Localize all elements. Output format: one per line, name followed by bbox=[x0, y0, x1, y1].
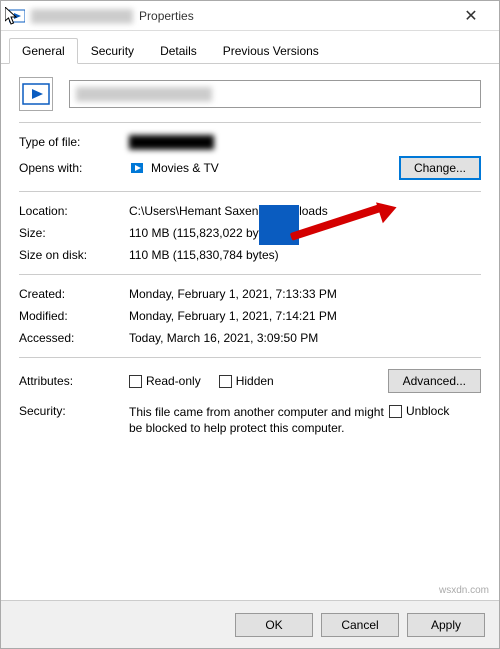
security-text: This file came from another computer and… bbox=[129, 404, 389, 436]
filename-row: ████████████████ bbox=[19, 74, 481, 114]
checkbox-label: Hidden bbox=[236, 374, 274, 388]
tab-previous-versions[interactable]: Previous Versions bbox=[210, 38, 332, 64]
checkbox-box-icon bbox=[389, 405, 402, 418]
checkbox-readonly[interactable]: Read-only bbox=[129, 374, 201, 388]
label-location: Location: bbox=[19, 204, 129, 218]
label-type: Type of file: bbox=[19, 135, 129, 149]
file-type-icon bbox=[9, 8, 25, 24]
watermark-text: wsxdn.com bbox=[439, 585, 489, 596]
title-suffix: Properties bbox=[139, 9, 194, 23]
divider bbox=[19, 274, 481, 275]
tab-details[interactable]: Details bbox=[147, 38, 210, 64]
label-accessed: Accessed: bbox=[19, 331, 129, 345]
label-size-on-disk: Size on disk: bbox=[19, 248, 129, 262]
checkbox-box-icon bbox=[129, 375, 142, 388]
window-title: ████████████ Properties bbox=[31, 9, 451, 23]
file-icon bbox=[19, 77, 53, 111]
checkbox-box-icon bbox=[219, 375, 232, 388]
ok-button[interactable]: OK bbox=[235, 613, 313, 637]
movies-tv-icon bbox=[129, 160, 145, 176]
label-size: Size: bbox=[19, 226, 129, 240]
advanced-button[interactable]: Advanced... bbox=[388, 369, 481, 393]
value-modified: Monday, February 1, 2021, 7:14:21 PM bbox=[129, 309, 337, 323]
checkbox-unblock[interactable]: Unblock bbox=[389, 404, 449, 418]
tab-security[interactable]: Security bbox=[78, 38, 147, 64]
tab-strip: General Security Details Previous Versio… bbox=[1, 31, 499, 64]
filename-value: ████████████████ bbox=[76, 87, 212, 101]
label-created: Created: bbox=[19, 287, 129, 301]
close-button[interactable]: ✕ bbox=[451, 6, 491, 26]
label-security: Security: bbox=[19, 404, 129, 418]
tab-general[interactable]: General bbox=[9, 38, 78, 64]
value-size-on-disk: 110 MB (115,830,784 bytes) bbox=[129, 248, 279, 262]
divider bbox=[19, 122, 481, 123]
label-attributes: Attributes: bbox=[19, 374, 129, 388]
label-opens-with: Opens with: bbox=[19, 161, 129, 175]
dialog-footer: OK Cancel Apply bbox=[1, 600, 499, 648]
content-area: ████████████████ Type of file: █████████… bbox=[1, 64, 499, 449]
change-button[interactable]: Change... bbox=[399, 156, 481, 180]
cancel-button[interactable]: Cancel bbox=[321, 613, 399, 637]
value-size: 110 MB (115,823,022 bytes) bbox=[129, 226, 279, 240]
apply-button[interactable]: Apply bbox=[407, 613, 485, 637]
label-modified: Modified: bbox=[19, 309, 129, 323]
checkbox-label: Unblock bbox=[406, 404, 449, 418]
filename-input[interactable]: ████████████████ bbox=[69, 80, 481, 108]
divider bbox=[19, 357, 481, 358]
checkbox-label: Read-only bbox=[146, 374, 201, 388]
value-type: ██████████ bbox=[129, 135, 214, 149]
value-created: Monday, February 1, 2021, 7:13:33 PM bbox=[129, 287, 337, 301]
titlebar[interactable]: ████████████ Properties ✕ bbox=[1, 1, 499, 31]
properties-window: ████████████ Properties ✕ General Securi… bbox=[0, 0, 500, 649]
divider bbox=[19, 191, 481, 192]
filename-obscured: ████████████ bbox=[31, 9, 133, 23]
checkbox-hidden[interactable]: Hidden bbox=[219, 374, 274, 388]
value-opens-with: Movies & TV bbox=[151, 161, 219, 175]
value-accessed: Today, March 16, 2021, 3:09:50 PM bbox=[129, 331, 318, 345]
